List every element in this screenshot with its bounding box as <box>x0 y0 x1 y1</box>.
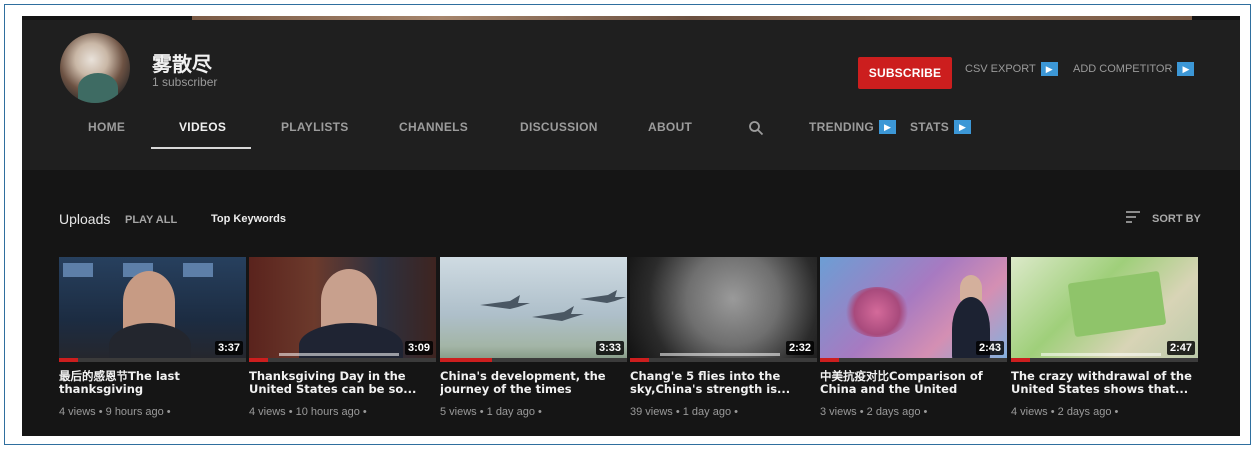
search-icon[interactable] <box>748 120 764 136</box>
video-title[interactable]: 中美抗疫对比Comparison of China and the United… <box>820 370 1007 396</box>
watch-progress <box>820 358 839 362</box>
video-duration: 3:33 <box>595 341 624 355</box>
active-tab-indicator <box>151 147 251 149</box>
subscribe-button[interactable]: SUBSCRIBE <box>858 57 952 89</box>
play-arrow-icon: ▶ <box>1177 62 1195 76</box>
watch-progress-track <box>820 358 1007 362</box>
video-duration: 3:37 <box>214 341 243 355</box>
csv-export-label: CSV EXPORT <box>965 63 1036 75</box>
video-thumbnail[interactable]: 2:43 <box>820 257 1007 362</box>
tab-trending-label: TRENDING <box>809 120 875 134</box>
video-title[interactable]: 最后的感恩节The last thanksgiving <box>59 370 246 396</box>
watch-progress <box>249 358 268 362</box>
nih-logo <box>63 263 93 277</box>
tab-videos[interactable]: VIDEOS <box>179 120 226 134</box>
sort-by-button[interactable]: SORT BY <box>1152 213 1201 225</box>
video-thumbnail[interactable]: 3:33 <box>440 257 627 362</box>
video-card[interactable]: 2:47 The crazy withdrawal of the United … <box>1011 257 1198 418</box>
tab-stats[interactable]: STATS ▶ <box>910 120 972 134</box>
video-meta: 3 views • 2 days ago • <box>820 406 928 418</box>
watch-progress-track <box>630 358 817 362</box>
video-card[interactable]: 2:32 Chang'e 5 flies into the sky,China'… <box>630 257 817 418</box>
tab-channels[interactable]: CHANNELS <box>399 120 468 134</box>
watch-progress <box>440 358 493 362</box>
video-card[interactable]: 3:33 China's development, the journey of… <box>440 257 627 418</box>
subscriber-count: 1 subscriber <box>152 75 218 89</box>
video-title[interactable]: China's development, the journey of the … <box>440 370 627 396</box>
video-duration: 2:43 <box>975 341 1004 355</box>
csv-export-button[interactable]: CSV EXPORT ▶ <box>965 62 1058 76</box>
channel-page: 雾散尽 1 subscriber SUBSCRIBE CSV EXPORT ▶ … <box>22 16 1240 436</box>
person-figure <box>109 323 191 362</box>
nih-logo <box>183 263 213 277</box>
video-duration: 2:47 <box>1166 341 1195 355</box>
video-title[interactable]: Thanksgiving Day in the United States ca… <box>249 370 436 396</box>
video-title[interactable]: Chang'e 5 flies into the sky,China's str… <box>630 370 817 396</box>
video-meta: 39 views • 1 day ago • <box>630 406 738 418</box>
video-card[interactable]: 3:37 最后的感恩节The last thanksgiving 4 views… <box>59 257 246 418</box>
watch-progress-track <box>1011 358 1198 362</box>
caption-bar <box>1041 353 1161 356</box>
video-thumbnail[interactable]: 2:47 <box>1011 257 1198 362</box>
video-meta: 4 views • 2 days ago • <box>1011 406 1119 418</box>
video-meta: 4 views • 10 hours ago • <box>249 406 367 418</box>
tab-stats-label: STATS <box>910 120 950 134</box>
tab-playlists[interactable]: PLAYLISTS <box>281 120 349 134</box>
banknote-graphic <box>1067 270 1167 338</box>
tab-about[interactable]: ABOUT <box>648 120 692 134</box>
video-duration: 2:32 <box>785 341 814 355</box>
video-title[interactable]: The crazy withdrawal of the United State… <box>1011 370 1198 396</box>
add-competitor-button[interactable]: ADD COMPETITOR ▶ <box>1073 62 1195 76</box>
virus-graphic <box>844 287 910 337</box>
channel-name: 雾散尽 <box>152 52 212 76</box>
tab-discussion[interactable]: DISCUSSION <box>520 120 598 134</box>
caption-bar <box>660 353 780 356</box>
video-thumbnail[interactable]: 3:09 <box>249 257 436 362</box>
video-duration: 3:09 <box>404 341 433 355</box>
tab-trending[interactable]: TRENDING ▶ <box>809 120 897 134</box>
watch-progress <box>1011 358 1030 362</box>
play-arrow-icon: ▶ <box>954 120 972 134</box>
uploads-heading: Uploads <box>59 211 111 227</box>
top-keywords-button[interactable]: Top Keywords <box>211 213 286 225</box>
video-thumbnail[interactable]: 2:32 <box>630 257 817 362</box>
watch-progress-track <box>249 358 436 362</box>
play-all-button[interactable]: PLAY ALL <box>125 214 177 226</box>
video-meta: 4 views • 9 hours ago • <box>59 406 171 418</box>
channel-avatar[interactable] <box>60 33 130 103</box>
sort-icon[interactable] <box>1125 209 1141 225</box>
video-card[interactable]: 2:43 中美抗疫对比Comparison of China and the U… <box>820 257 1007 418</box>
watch-progress <box>630 358 649 362</box>
add-competitor-label: ADD COMPETITOR <box>1073 63 1173 75</box>
caption-bar <box>279 353 399 356</box>
tab-home[interactable]: HOME <box>88 120 125 134</box>
video-card[interactable]: 3:09 Thanksgiving Day in the United Stat… <box>249 257 436 418</box>
video-meta: 5 views • 1 day ago • <box>440 406 542 418</box>
watch-progress <box>59 358 78 362</box>
channel-header: 雾散尽 1 subscriber SUBSCRIBE CSV EXPORT ▶ … <box>22 20 1240 170</box>
person-figure <box>299 323 403 362</box>
video-thumbnail[interactable]: 3:37 <box>59 257 246 362</box>
play-arrow-icon: ▶ <box>879 120 897 134</box>
play-arrow-icon: ▶ <box>1040 62 1058 76</box>
watch-progress-track <box>59 358 246 362</box>
